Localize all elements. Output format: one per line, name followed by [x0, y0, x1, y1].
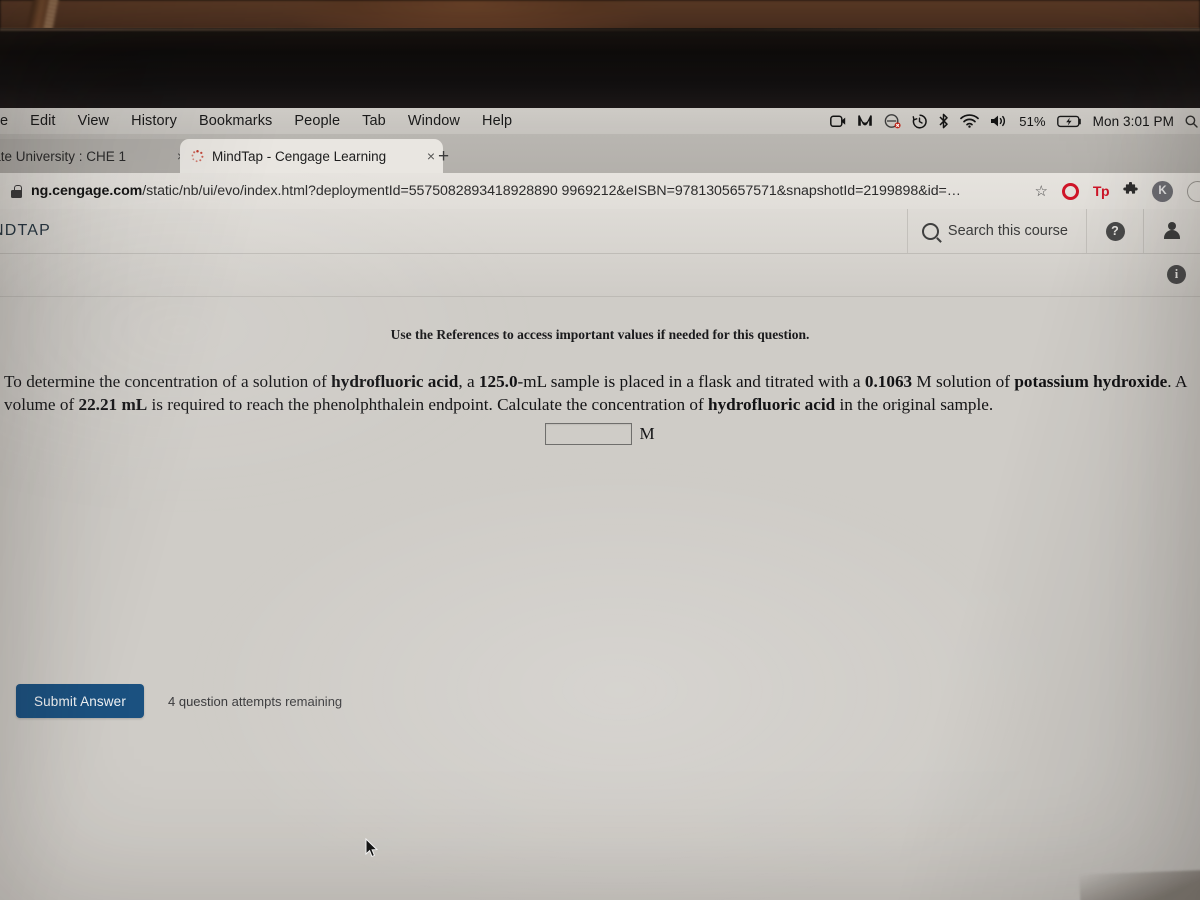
wifi-icon[interactable] [960, 114, 980, 128]
search-icon[interactable] [1185, 115, 1198, 128]
submit-row: Submit Answer 4 question attempts remain… [16, 684, 342, 718]
question-panel: Use the References to access important v… [0, 297, 1200, 900]
mindtap-header: NDTAP Search this course ? [0, 209, 1200, 254]
puzzle-extensions-icon[interactable] [1123, 181, 1138, 200]
search-input-label: Search this course [947, 223, 1068, 239]
menu-item-view[interactable]: View [67, 108, 121, 134]
laptop-screen: e Edit View History Bookmarks People Tab… [0, 108, 1200, 900]
segment-bold: 0.1063 [864, 372, 913, 391]
volume-icon[interactable] [990, 114, 1008, 128]
answer-row: M [0, 423, 1200, 445]
mindtap-logo[interactable]: NDTAP [0, 222, 51, 240]
tab-title: s State University : CHE 1 [0, 148, 127, 164]
mindtap-app: NDTAP Search this course ? i [0, 209, 1200, 900]
mindtap-secondary-toolbar: i [0, 254, 1200, 297]
address-bar-url[interactable]: ng.cengage.com/static/nb/ui/evo/index.ht… [31, 183, 961, 199]
search-icon [921, 222, 939, 240]
os-status-items: 51% Mon 3:01 PM [830, 108, 1200, 134]
attempts-remaining-label: 4 question attempts remaining [168, 693, 343, 709]
do-not-disturb-icon[interactable] [884, 113, 901, 129]
laptop-bezel-highlight [0, 28, 1200, 31]
segment-bold: potassium hydroxide [1014, 372, 1168, 391]
segment: , a [458, 372, 479, 391]
submit-answer-button[interactable]: Submit Answer [16, 684, 144, 718]
menu-item-window[interactable]: Window [397, 108, 471, 134]
close-icon[interactable]: × [427, 148, 435, 164]
time-machine-icon[interactable] [912, 113, 928, 129]
cengage-loader-icon [190, 149, 205, 164]
lock-icon [11, 184, 22, 198]
profile-avatar[interactable]: K [1152, 180, 1173, 202]
new-tab-button[interactable]: + [438, 147, 449, 166]
browser-tab-strip: s State University : CHE 1 × MindTap - C… [0, 134, 1200, 173]
browser-tab-active[interactable]: MindTap - Cengage Learning × [180, 139, 443, 173]
segment: in the original sample. [835, 395, 994, 415]
os-menu-bar: e Edit View History Bookmarks People Tab… [0, 108, 1200, 134]
answer-input[interactable] [545, 423, 633, 445]
battery-percent-label: 51% [1019, 113, 1046, 129]
menu-item-bookmarks[interactable]: Bookmarks [188, 108, 283, 134]
menu-item-tab[interactable]: Tab [351, 108, 397, 134]
bluetooth-icon[interactable] [938, 113, 949, 129]
references-note: Use the References to access important v… [390, 327, 810, 342]
menu-item-history[interactable]: History [120, 108, 188, 134]
browser-tab-inactive[interactable]: s State University : CHE 1 × [0, 139, 193, 173]
segment-bold: hydrofluoric acid [331, 372, 459, 391]
segment-bold: 22.21 mL [78, 395, 148, 415]
info-circle-icon[interactable]: i [1167, 265, 1186, 284]
opera-extension-icon[interactable] [1061, 182, 1079, 200]
help-button[interactable]: ? [1086, 209, 1143, 253]
question-text: To determine the concentration of a solu… [4, 370, 1196, 416]
tab-title: MindTap - Cengage Learning [212, 148, 387, 164]
menu-item-people[interactable]: People [283, 108, 351, 134]
mindtap-header-actions: Search this course ? [906, 209, 1200, 253]
star-icon[interactable]: ☆ [1034, 182, 1047, 200]
segment: is required to reach the phenolphthalein… [147, 395, 709, 415]
battery-charging-icon[interactable] [1056, 115, 1082, 128]
menu-item-edit[interactable]: Edit [19, 108, 66, 134]
browser-menu-icon[interactable] [1187, 180, 1200, 202]
segment: To determine the concentration of a solu… [4, 372, 332, 391]
topauthor-extension-icon[interactable]: Tp [1093, 183, 1110, 199]
segment: M solution of [912, 372, 1015, 391]
help-circle-icon: ? [1105, 221, 1125, 241]
answer-unit-label: M [639, 424, 655, 443]
url-path: /static/nb/ui/evo/index.html?deploymentI… [142, 183, 961, 199]
search-this-course[interactable]: Search this course [906, 209, 1086, 253]
browser-toolbar-actions: ☆ Tp K [1034, 173, 1200, 209]
segment: -mL sample is placed in a flask and titr… [517, 372, 865, 391]
laptop-bezel [0, 28, 1200, 108]
segment-bold: hydrofluoric acid [708, 395, 836, 415]
segment-bold: 125.0 [478, 372, 518, 391]
laptop-photo: e Edit View History Bookmarks People Tab… [0, 0, 1200, 900]
screen-recording-icon[interactable] [830, 115, 846, 128]
user-account-button[interactable] [1143, 209, 1200, 253]
url-host: ng.cengage.com [31, 183, 143, 199]
menu-item-help[interactable]: Help [471, 108, 523, 134]
menu-item-apple-app[interactable]: e [0, 108, 19, 134]
menubar-clock[interactable]: Mon 3:01 PM [1093, 114, 1174, 129]
monkey-app-icon[interactable] [857, 114, 873, 128]
browser-address-bar[interactable]: ng.cengage.com/static/nb/ui/evo/index.ht… [0, 173, 1200, 209]
user-avatar-icon [1163, 222, 1181, 240]
